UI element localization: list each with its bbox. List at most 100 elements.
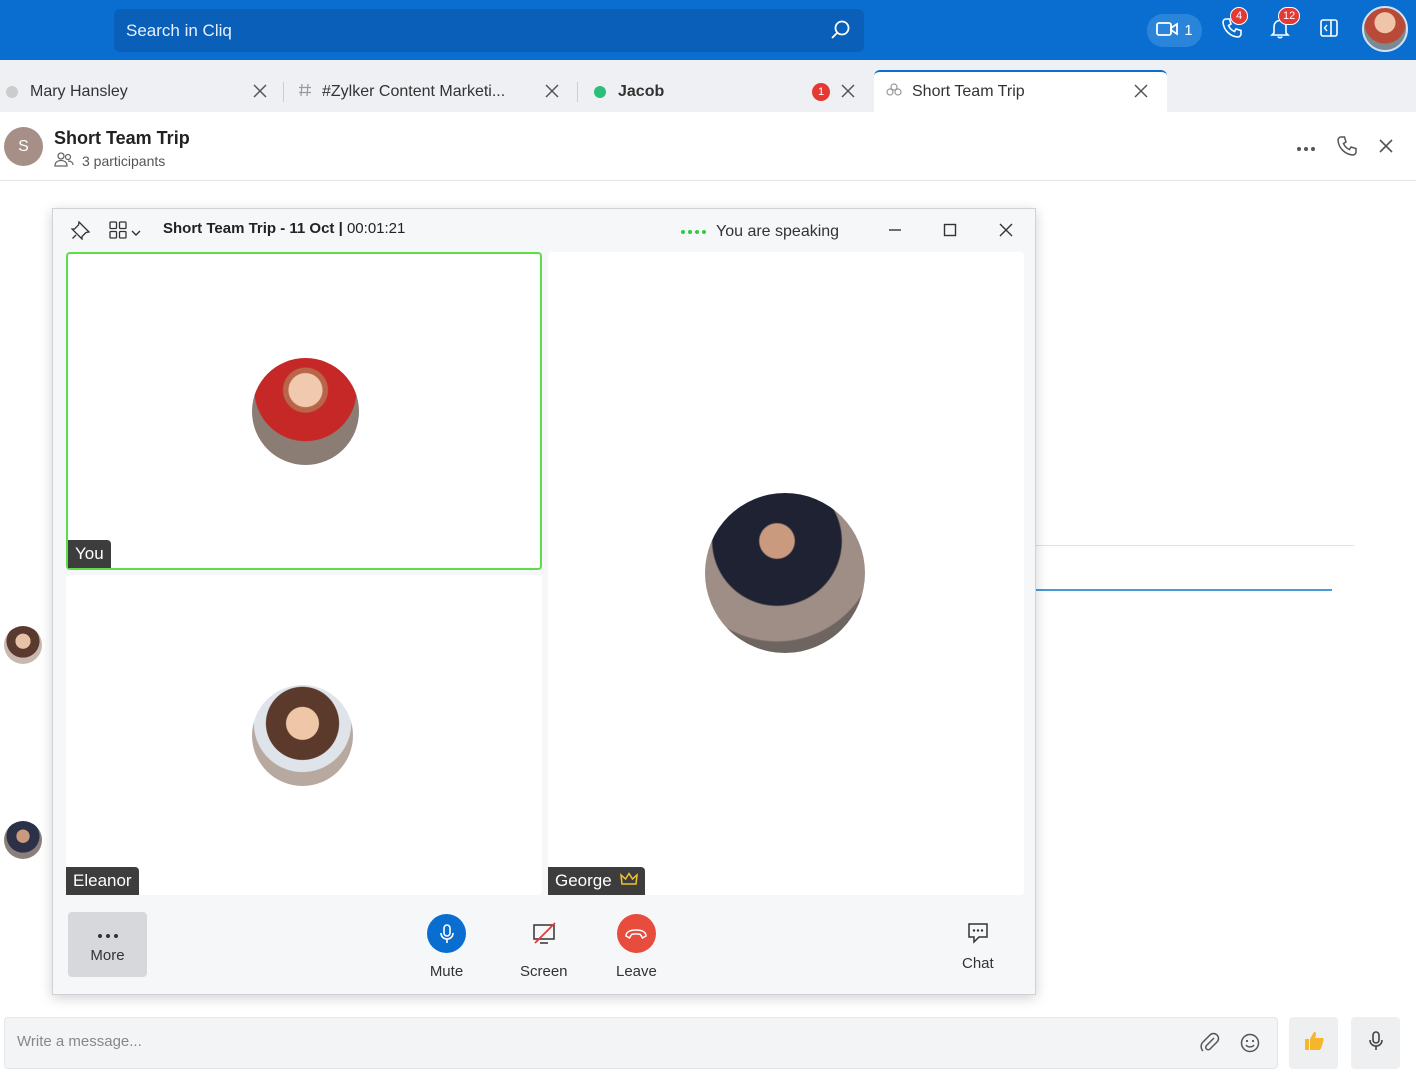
hang-up-icon [616,914,656,953]
message-avatar[interactable] [4,821,42,859]
divider [1036,589,1332,591]
emoji-icon[interactable] [1239,1032,1261,1059]
top-bar: 1 4 12 [0,0,1416,60]
participant-name: Eleanor [73,871,132,890]
close-icon [1378,138,1394,159]
search-icon[interactable] [830,19,852,46]
leave-label: Leave [616,963,657,980]
speaking-indicator: You are speaking [681,223,839,241]
chat-label: Chat [962,955,994,972]
group-chat-icon [886,82,902,103]
participant-name: George [555,871,612,890]
minimize-button[interactable] [884,219,906,241]
notifications-badge: 12 [1278,7,1301,25]
more-button[interactable]: More [68,912,147,977]
close-call-window-button[interactable] [995,219,1017,241]
close-chat-button[interactable] [1374,136,1398,160]
video-camera-icon [1156,21,1179,41]
chevron-down-icon [131,224,141,242]
participant-name-label: George [548,867,645,895]
audio-level-icon [681,230,706,234]
call-timer: 00:01:21 [346,220,406,237]
chat-header: S Short Team Trip 3 participants [0,112,1416,181]
tab-short-team-trip[interactable]: Short Team Trip [874,70,1167,112]
tab-jacob[interactable]: Jacob 1 [594,72,856,112]
participants-info[interactable]: 3 participants [54,151,165,170]
notifications-button[interactable]: 12 [1266,7,1301,44]
search-bar[interactable] [114,9,864,52]
tab-separator [283,82,284,102]
tab-mary-hansley[interactable]: Mary Hansley [6,72,268,112]
sidebar-panel-icon [1319,18,1339,43]
mute-label: Mute [429,963,464,980]
message-composer [4,1017,1278,1069]
participant-tile-you[interactable]: You [66,252,542,570]
call-button[interactable] [1335,135,1359,162]
tab-bar: Mary Hansley #Zylker Content Marketi... … [0,60,1416,112]
chat-bubble-icon [964,919,992,947]
panel-toggle-button[interactable] [1315,16,1343,44]
host-crown-icon [619,871,638,891]
call-title-text: Short Team Trip - 11 Oct | [163,220,343,237]
search-input[interactable] [126,20,816,41]
message-avatar[interactable] [4,626,42,664]
message-input[interactable] [17,1033,1177,1050]
more-label: More [90,946,125,964]
close-icon[interactable] [1133,83,1149,99]
microphone-icon [427,914,466,953]
calls-badge: 4 [1230,7,1248,25]
tab-separator [577,82,578,102]
unread-badge: 1 [812,83,830,101]
tab-zylker-content-marketing[interactable]: #Zylker Content Marketi... [298,72,560,112]
divider [1036,545,1354,546]
thumbs-up-icon [1302,1029,1326,1058]
grid-layout-icon [109,221,127,244]
calls-button[interactable]: 4 [1218,7,1248,44]
chat-title: Short Team Trip [54,128,190,148]
attachment-icon[interactable] [1200,1032,1220,1059]
ellipsis-icon [1296,139,1316,157]
chat-button[interactable]: Chat [962,919,994,972]
hash-icon [298,83,312,102]
pin-icon[interactable] [70,220,91,245]
user-avatar[interactable] [1362,6,1408,52]
video-count: 1 [1184,22,1193,39]
speaking-status: You are speaking [716,223,840,240]
screen-share-off-icon [524,914,563,953]
call-titlebar: Short Team Trip - 11 Oct | 00:01:21 You … [53,209,1035,251]
close-icon[interactable] [840,83,856,99]
voice-message-button[interactable] [1351,1017,1400,1069]
participant-tile-eleanor[interactable]: Eleanor [66,575,542,895]
call-window: Short Team Trip - 11 Oct | 00:01:21 You … [52,208,1036,995]
participant-avatar [705,493,865,653]
screen-label: Screen [520,963,568,980]
tab-label: Jacob [618,83,665,100]
tab-label: Mary Hansley [30,83,128,100]
participants-count: 3 participants [82,152,166,169]
thumbs-up-button[interactable] [1289,1017,1338,1069]
layout-selector[interactable] [109,221,141,244]
participant-name: You [75,544,104,563]
participant-tile-george[interactable]: George [548,252,1024,895]
participant-avatar [252,358,359,465]
maximize-button[interactable] [939,219,961,241]
mute-button[interactable]: Mute [427,914,466,980]
screen-share-button[interactable]: Screen [520,914,568,980]
participants-icon [54,151,74,170]
video-meetings-button[interactable]: 1 [1147,14,1202,47]
more-options-button[interactable] [1294,136,1318,160]
close-icon[interactable] [544,83,560,99]
status-dot [6,86,18,98]
leave-call-button[interactable]: Leave [616,914,657,980]
microphone-icon [1366,1030,1386,1057]
tab-label: #Zylker Content Marketi... [322,83,506,100]
phone-icon [1336,135,1358,162]
participant-name-label: Eleanor [66,867,139,895]
online-status-dot [594,86,606,98]
close-icon[interactable] [252,83,268,99]
participant-name-label: You [68,540,111,568]
participant-avatar [252,685,353,786]
call-title: Short Team Trip - 11 Oct | 00:01:21 [163,220,405,237]
ellipsis-icon [97,926,119,943]
tab-label: Short Team Trip [912,83,1025,100]
